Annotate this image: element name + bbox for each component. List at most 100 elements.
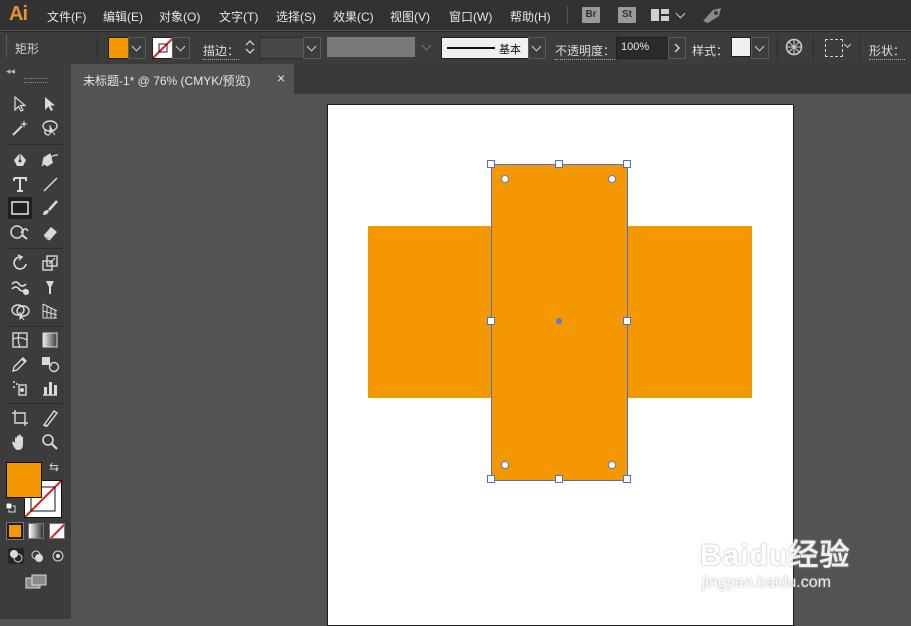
panel-grip[interactable] [24,78,48,83]
line-segment-tool-icon[interactable] [38,173,62,195]
menu-select[interactable]: 选择(S) [276,8,316,25]
swap-fill-stroke-icon[interactable]: ⇆ [49,460,59,474]
rectangle-tool-icon[interactable] [8,197,32,219]
chevron-down-icon[interactable] [675,8,686,19]
menu-view[interactable]: 视图(V) [390,8,430,25]
curvature-tool-icon[interactable] [38,149,62,171]
fill-dropdown[interactable] [128,37,146,59]
watermark-url: jingyan.baidu.com [702,574,831,591]
stroke-color-swatch[interactable] [152,37,174,59]
stroke-label[interactable]: 描边： [203,42,240,60]
stroke-weight-stepper[interactable] [243,37,257,57]
close-icon[interactable]: × [277,70,285,86]
paintbrush-tool-icon[interactable] [38,197,62,219]
opacity-label[interactable]: 不透明度： [555,42,616,60]
panel-grip[interactable] [6,36,9,58]
menu-window[interactable]: 窗口(W) [449,8,492,25]
gradient-tool-icon[interactable] [38,329,62,351]
resize-handle-bottom-left[interactable] [487,475,495,483]
shape-label[interactable]: 形状： [869,42,906,60]
menu-help[interactable]: 帮助(H) [510,8,551,25]
direct-selection-tool-icon[interactable] [38,93,62,115]
opacity-value: 100% [621,41,650,53]
document-tab[interactable]: 未标题-1* @ 76% (CMYK/预览) × [74,64,294,94]
stroke-weight-dropdown[interactable] [303,37,321,59]
warp-tool-icon[interactable] [8,276,32,298]
resize-handle-top-left[interactable] [487,160,495,168]
menu-object[interactable]: 对象(O) [159,8,200,25]
zoom-tool-icon[interactable] [38,431,62,453]
column-graph-tool-icon[interactable] [38,377,62,399]
graphic-style-swatch[interactable] [731,37,751,57]
document-tab-title: 未标题-1* @ 76% (CMYK/预览) [83,74,251,88]
style-dropdown[interactable] [751,37,769,59]
slice-tool-icon[interactable] [38,407,62,429]
recolor-artwork-icon[interactable] [785,38,803,56]
color-mode-button[interactable] [6,522,24,540]
gpu-rocket-icon[interactable] [701,6,723,24]
app-logo: Ai [9,3,28,25]
live-corner-widget[interactable] [501,461,509,469]
opacity-expand-button[interactable] [668,37,686,59]
lasso-tool-icon[interactable] [38,117,62,139]
stroke-weight-input[interactable] [259,37,305,59]
scale-tool-icon[interactable] [38,252,62,274]
type-tool-icon[interactable] [8,173,32,195]
none-mode-button[interactable] [49,523,65,539]
shape-builder-tool-icon[interactable] [8,300,32,322]
mesh-tool-icon[interactable] [8,329,32,351]
menu-effect[interactable]: 效果(C) [333,8,374,25]
blend-tool-icon[interactable] [38,353,62,375]
brush-style-label: 基本 [499,44,521,56]
chevron-down-icon[interactable] [421,40,432,51]
tools-panel: ◂◂ ⇆ [0,64,71,619]
stroke-dropdown[interactable] [172,37,190,59]
resize-handle-top-right[interactable] [623,160,631,168]
resize-handle-bottom[interactable] [555,475,563,483]
resize-handle-right[interactable] [623,317,631,325]
divider [8,248,63,249]
stock-icon[interactable]: St [618,7,636,23]
variable-width-profile[interactable] [327,37,415,57]
resize-handle-left[interactable] [487,317,495,325]
opacity-field[interactable]: 100% [616,37,670,59]
resize-handle-top[interactable] [555,160,563,168]
live-corner-widget[interactable] [501,175,509,183]
eraser-tool-icon[interactable] [38,221,62,243]
control-bar: 矩形 描边： 基本 不透明度： 100% 样式： 形状： [0,31,911,64]
menu-edit[interactable]: 编辑(E) [103,8,143,25]
bridge-icon[interactable]: Br [582,7,600,23]
draw-behind-icon[interactable] [29,548,45,564]
fill-color-swatch[interactable] [108,37,130,59]
symbol-sprayer-tool-icon[interactable] [8,377,32,399]
draw-normal-icon[interactable] [8,548,24,564]
menu-type[interactable]: 文字(T) [219,8,258,25]
brush-dropdown[interactable] [528,37,546,59]
brush-definition[interactable]: 基本 [441,37,529,59]
resize-handle-bottom-right[interactable] [623,475,631,483]
fill-color-box[interactable] [6,462,42,498]
default-fill-stroke-icon[interactable] [5,502,16,513]
live-corner-widget[interactable] [608,175,616,183]
chevron-down-icon[interactable] [843,40,852,49]
menu-file[interactable]: 文件(F) [47,8,86,25]
gradient-mode-button[interactable] [28,523,44,539]
pen-tool-icon[interactable] [8,149,32,171]
magic-wand-tool-icon[interactable] [8,117,32,139]
perspective-grid-tool-icon[interactable] [38,300,62,322]
rotate-tool-icon[interactable] [8,252,32,274]
hand-tool-icon[interactable] [8,431,32,453]
screen-mode-icon[interactable] [25,574,47,590]
watermark-brand: Baidu经验 [700,539,851,572]
selection-tool-icon[interactable] [8,93,32,115]
collapse-panel-icon[interactable]: ◂◂ [6,66,15,77]
align-to-icon[interactable] [825,39,843,57]
live-corner-widget[interactable] [608,461,616,469]
style-label: 样式： [692,44,729,58]
workspace-layout-icon[interactable] [651,9,669,21]
puppet-warp-tool-icon[interactable] [38,276,62,298]
artboard-tool-icon[interactable] [8,407,32,429]
draw-inside-icon[interactable] [50,548,66,564]
shaper-tool-icon[interactable] [8,221,32,243]
eyedropper-tool-icon[interactable] [8,353,32,375]
